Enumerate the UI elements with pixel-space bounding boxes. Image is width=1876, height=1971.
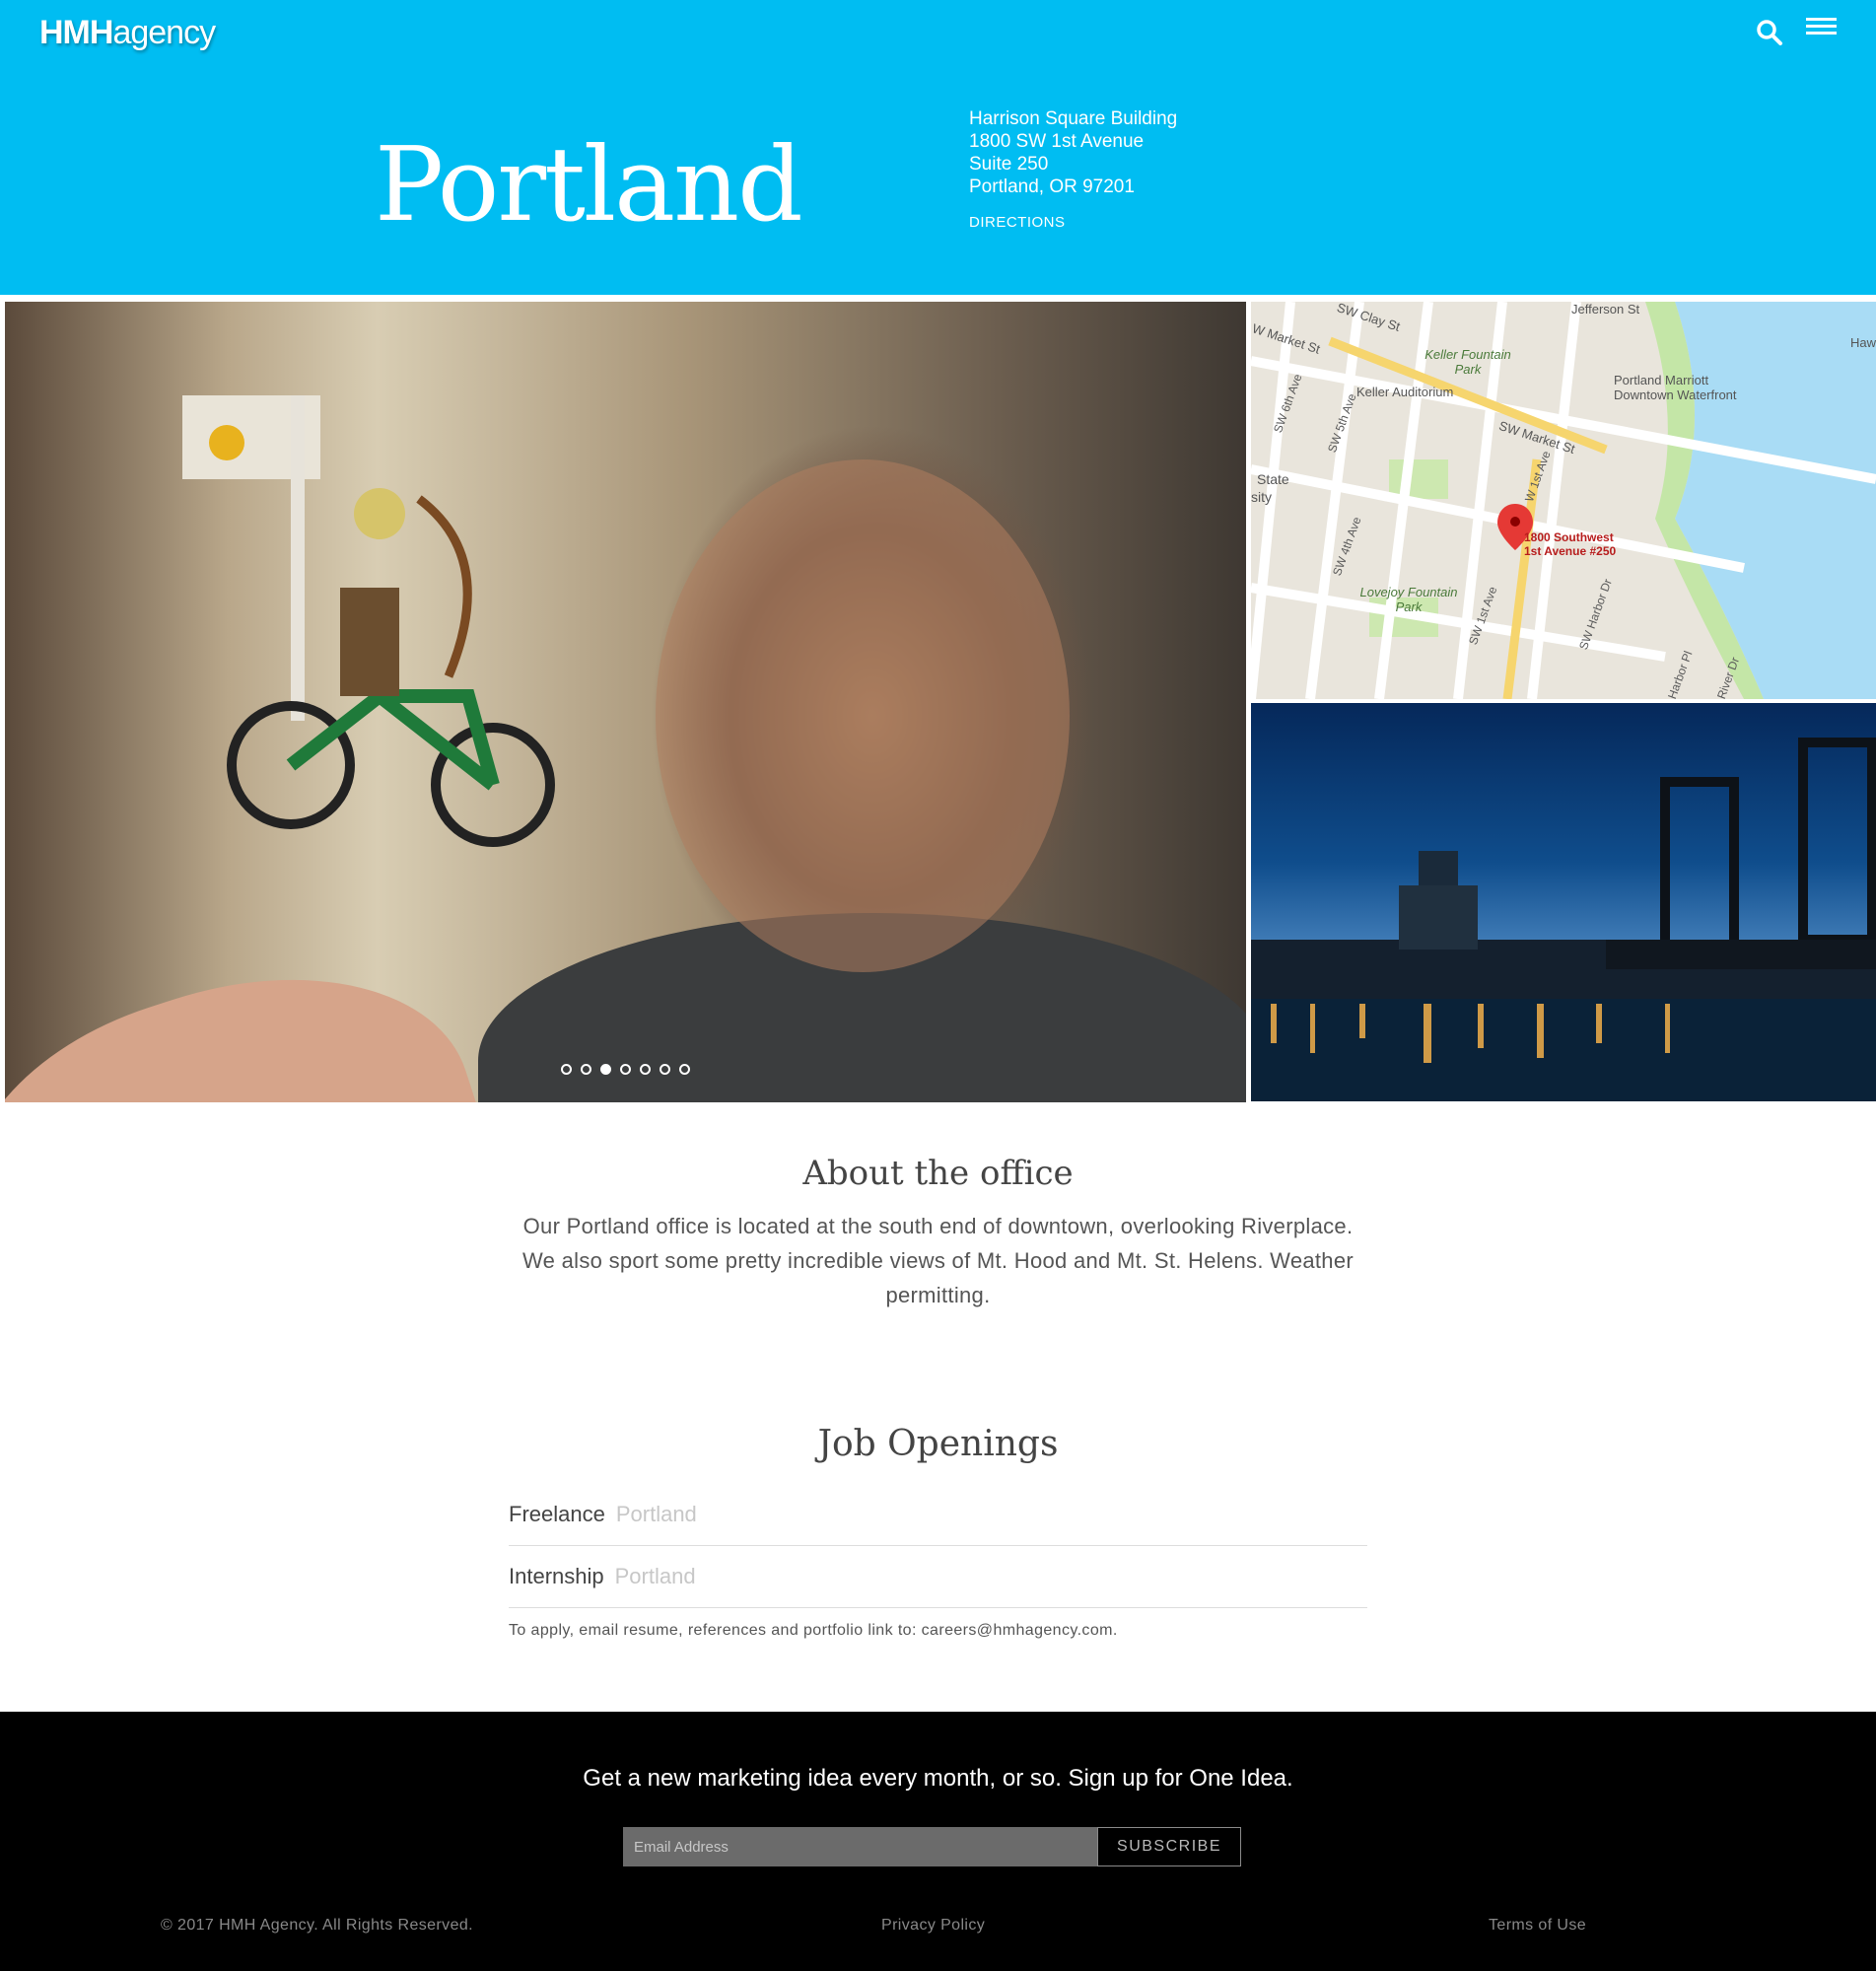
search-icon[interactable] [1755,18,1790,53]
address-line: 1800 SW 1st Avenue [969,131,1145,152]
map-place-label: Lovejoy Fountain Park [1359,585,1458,614]
slider-dot[interactable] [581,1064,591,1075]
job-item[interactable]: Freelance Portland [509,1484,1367,1546]
newsletter-promo: Get a new marketing idea every month, or… [583,1765,1293,1792]
logo-regular-text: agency [112,14,216,51]
address-line: Portland, OR 97201 [969,176,1135,197]
office-address: Harrison Square Building 1800 SW 1st Ave… [969,107,1177,198]
directions-link[interactable]: DIRECTIONS [969,214,1066,231]
city-skyline-photo [1251,703,1876,1101]
job-title: Freelance [509,1502,605,1526]
subscribe-button[interactable]: SUBSCRIBE [1097,1827,1241,1866]
hero-photo-slider[interactable] [5,302,1246,1102]
address-line: Suite 250 [969,154,1049,175]
lego-bike-illustration [182,395,1070,972]
map-place-label: State [1257,471,1289,487]
copyright-text: © 2017 HMH Agency. All Rights Reserved. [161,1917,474,1934]
map-street-label: Jefferson St [1571,302,1640,317]
hamburger-menu-icon[interactable] [1806,16,1841,51]
site-logo[interactable]: HMHagency [39,14,216,52]
jobs-heading: Job Openings [817,1424,1059,1464]
about-text: Our Portland office is located at the so… [521,1214,1355,1307]
slider-dot[interactable] [640,1064,651,1075]
map-place-label: Haw [1850,335,1876,350]
job-location: Portland [614,1564,696,1588]
map-pin-label-line: 1800 Southwest [1524,530,1614,544]
about-heading: About the office [802,1154,1074,1193]
skyline-illustration [1251,738,1876,1101]
slider-dot-active[interactable] [600,1064,611,1075]
slider-dot[interactable] [679,1064,690,1075]
site-footer: Get a new marketing idea every month, or… [0,1712,1876,1971]
job-title: Internship [509,1564,604,1588]
map-place-label: Keller Fountain Park [1424,347,1511,377]
map-place-label: Portland Marriott Downtown Waterfront [1614,373,1737,402]
page-title: Portland [375,124,803,245]
address-line: Harrison Square Building [969,108,1178,129]
map-place-label: sity [1251,489,1272,505]
slider-dot[interactable] [660,1064,670,1075]
map-streets-graphic [1251,302,1876,699]
job-list: Freelance Portland Internship Portland [509,1484,1367,1608]
email-input[interactable] [623,1827,1097,1866]
map-pin-label-line: 1st Avenue #250 [1524,544,1617,558]
job-location: Portland [615,1502,697,1526]
map-place-label: Keller Auditorium [1356,385,1454,399]
slider-dot[interactable] [561,1064,572,1075]
slider-dot[interactable] [620,1064,631,1075]
map-pin-label: 1800 Southwest 1st Avenue #250 [1524,530,1616,558]
slider-dots [561,1064,690,1075]
privacy-policy-link[interactable]: Privacy Policy [881,1917,985,1935]
job-item[interactable]: Internship Portland [509,1546,1367,1608]
logo-bold-text: HMH [39,14,113,51]
site-header: HMHagency Portland Harrison Square Build… [0,0,1876,295]
terms-of-use-link[interactable]: Terms of Use [1489,1917,1586,1935]
office-map[interactable]: SW Clay St W Market St SW Market St SW 6… [1251,302,1876,699]
apply-instructions: To apply, email resume, references and p… [509,1622,1118,1639]
